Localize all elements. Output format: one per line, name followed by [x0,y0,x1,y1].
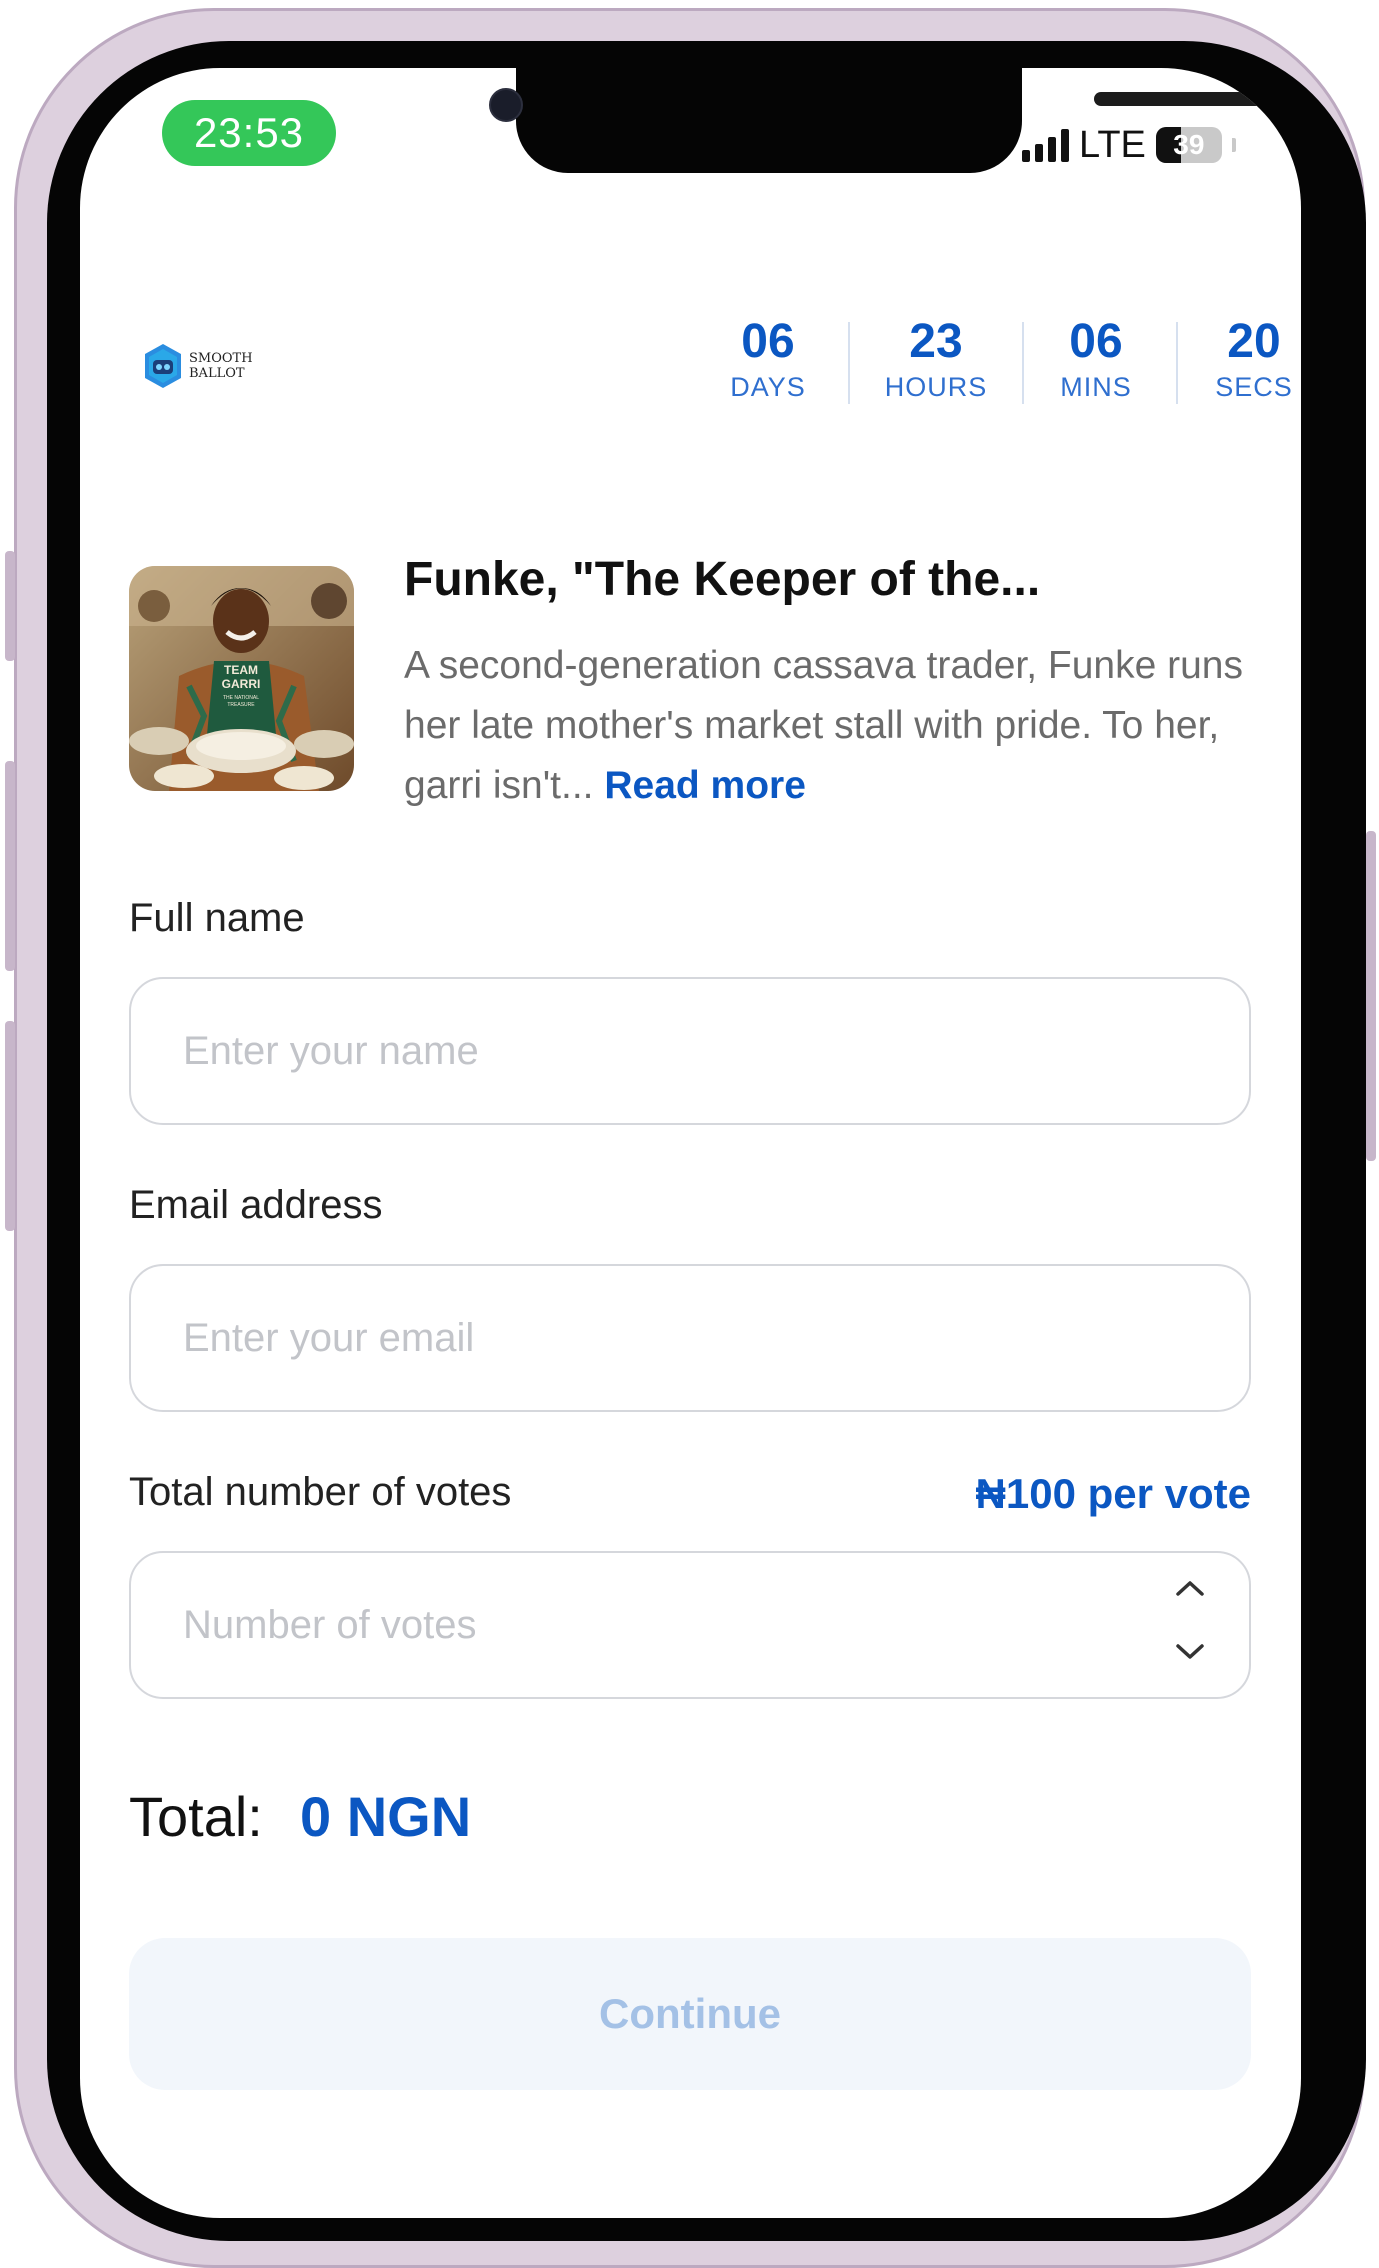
countdown-hours: 23 HOURS [872,314,1000,404]
candidate-name: Funke, "The Keeper of the... [404,553,1041,606]
status-time: 23:53 [162,100,336,166]
countdown-days: 06 DAYS [716,314,820,404]
battery-level: 39 [1173,129,1205,160]
countdown-value: 23 [909,315,963,368]
battery-tip [1231,138,1236,152]
smooth-ballot-logo[interactable]: SMOOTH BALLOT [141,342,253,390]
chevron-down-icon[interactable] [1165,1632,1215,1672]
apron-text: GARRI [222,677,261,691]
chevron-up-icon[interactable] [1165,1568,1215,1608]
countdown-divider [1022,322,1024,404]
apron-text: TEAM [224,663,258,677]
front-camera [489,88,523,122]
earpiece-speaker [1094,92,1301,106]
countdown-label: DAYS [730,372,806,402]
countdown-secs: 20 SECS [1206,314,1302,404]
countdown-label: HOURS [884,372,988,402]
total-label: Total: [129,1785,263,1848]
full-name-label: Full name [129,896,305,940]
notch [516,68,1301,173]
countdown-divider [848,322,850,404]
network-label: LTE [1079,123,1146,166]
signal-icon [1022,128,1069,162]
logo-text-line1: SMOOTH [189,351,253,366]
candidate-photo: TEAM GARRI THE NATIONAL TREASURE [129,566,354,791]
countdown-value: 06 [1069,315,1123,368]
apron-text: THE NATIONAL [223,695,259,701]
candidate-bio: A second-generation cassava trader, Funk… [404,636,1264,816]
continue-button[interactable]: Continue [129,1938,1251,2090]
votes-stepper[interactable] [1165,1568,1215,1672]
candidate-bio-text: A second-generation cassava trader, Funk… [404,644,1243,807]
countdown-value: 20 [1227,315,1281,368]
side-button [1366,831,1376,1161]
ballot-box-icon [145,344,181,388]
side-button [5,761,15,971]
apron-text: TREASURE [227,702,255,708]
votes-input[interactable] [129,1551,1251,1699]
side-button [5,1021,15,1231]
battery-icon: 39 [1155,127,1222,163]
total-amount: 0 NGN [300,1785,472,1848]
read-more-link[interactable]: Read more [604,764,806,807]
countdown-timer: 06 DAYS 23 HOURS 06 MINS 20 SECS [716,314,1302,404]
price-per-vote: ₦100 per vote [975,1470,1251,1517]
countdown-mins: 06 MINS [1048,314,1144,404]
countdown-label: SECS [1215,372,1293,402]
email-input[interactable] [129,1264,1251,1412]
countdown-label: MINS [1060,372,1132,402]
full-name-input[interactable] [129,977,1251,1125]
countdown-value: 06 [741,315,795,368]
email-label: Email address [129,1183,383,1227]
side-button [5,551,15,661]
logo-text-line2: BALLOT [189,366,245,381]
status-indicators: LTE 39 [1022,122,1236,168]
votes-label: Total number of votes [129,1470,512,1514]
countdown-divider [1176,322,1178,404]
